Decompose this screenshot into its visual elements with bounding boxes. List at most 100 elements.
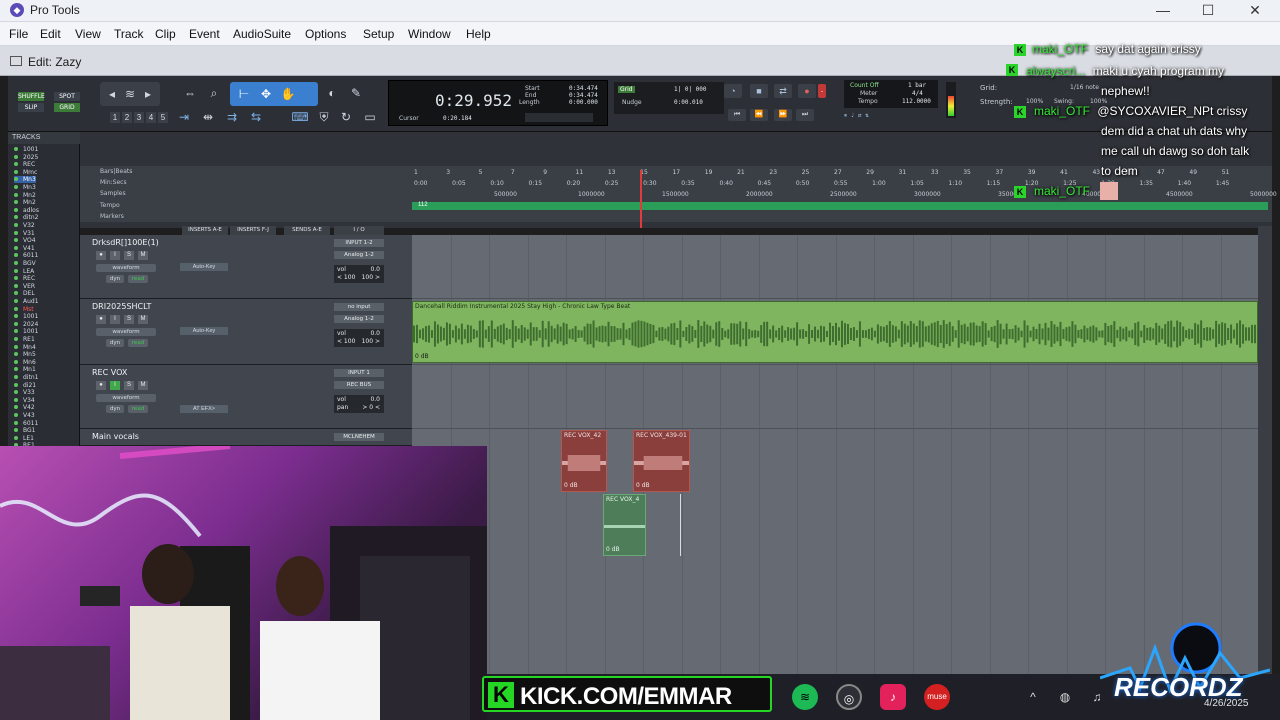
- mute-button[interactable]: M: [138, 315, 148, 324]
- track-lane[interactable]: [412, 365, 1258, 429]
- grid-value[interactable]: 1| 0| 000: [674, 86, 707, 93]
- record-arm-button[interactable]: ●: [96, 381, 106, 390]
- track-list-item[interactable]: V31: [14, 230, 35, 237]
- track-lane[interactable]: [412, 235, 1258, 299]
- tab-to-transient-icon[interactable]: ⇉: [222, 108, 242, 126]
- minimize-button[interactable]: —: [1148, 1, 1178, 19]
- track-active-icon[interactable]: [14, 147, 18, 151]
- tray-app-icon[interactable]: ◍: [1052, 684, 1078, 710]
- chat-username[interactable]: maki_OTF: [1034, 104, 1090, 118]
- vertical-scrollbar[interactable]: [1258, 226, 1272, 674]
- solo-button[interactable]: S: [124, 315, 134, 324]
- track-strip[interactable]: Main vocals MCLNEHEM: [80, 429, 412, 446]
- track-strip[interactable]: REC VOX ● I S M waveform dyn read AT EFX…: [80, 365, 412, 429]
- track-active-icon[interactable]: [14, 283, 18, 288]
- track-name[interactable]: REC VOX: [92, 368, 127, 377]
- track-list-item[interactable]: VER: [14, 283, 35, 290]
- start-value[interactable]: 0:34.474: [569, 85, 598, 92]
- track-list-item[interactable]: Mmc: [14, 169, 37, 176]
- menu-options[interactable]: Options: [305, 27, 346, 41]
- track-list-item[interactable]: 1001: [14, 328, 38, 335]
- track-active-icon[interactable]: [14, 413, 18, 417]
- track-name[interactable]: Main vocals: [92, 432, 139, 441]
- track-list-item[interactable]: Mn2: [14, 192, 36, 199]
- pencil-tool-icon[interactable]: ✎: [346, 84, 366, 102]
- volume-pan-box[interactable]: vol 0.0 < 100 100 >: [334, 265, 384, 283]
- close-button[interactable]: ✕: [1240, 1, 1270, 19]
- scrubber-tool-icon[interactable]: ◐: [322, 84, 342, 102]
- track-active-icon[interactable]: [14, 337, 18, 341]
- automation-mode[interactable]: read: [128, 339, 148, 347]
- track-active-icon[interactable]: [14, 344, 18, 349]
- track-active-icon[interactable]: [14, 268, 18, 273]
- track-list-item[interactable]: Mn3: [14, 176, 36, 184]
- input-monitor-button[interactable]: I: [110, 251, 120, 260]
- vol-value[interactable]: 0.0: [370, 266, 380, 274]
- track-active-icon[interactable]: [14, 428, 18, 433]
- track-active-icon[interactable]: [14, 291, 18, 296]
- edit-timeline[interactable]: Dancehall Riddim Instrumental 2025 Stay …: [412, 235, 1258, 675]
- track-list-item[interactable]: Mn2: [14, 199, 36, 206]
- tempo-marker[interactable]: 112: [418, 202, 428, 208]
- zoom-in-icon[interactable]: ▸: [138, 85, 158, 103]
- clip-gain[interactable]: 0 dB: [606, 546, 620, 553]
- output-selector[interactable]: REC BUS: [334, 381, 384, 389]
- track-active-icon[interactable]: [14, 314, 18, 319]
- play-button[interactable]: ⇄: [774, 84, 792, 98]
- slip-mode-button[interactable]: SLIP: [18, 103, 44, 112]
- shield-icon[interactable]: ⛨: [314, 108, 334, 126]
- menu-file[interactable]: File: [9, 27, 28, 41]
- track-active-icon[interactable]: [14, 192, 18, 197]
- muse-icon[interactable]: muse: [924, 684, 950, 710]
- menu-help[interactable]: Help: [466, 27, 491, 41]
- track-list-item[interactable]: Mn5: [14, 351, 36, 358]
- track-active-icon[interactable]: [14, 238, 18, 243]
- mirror-midi-icon[interactable]: ⇆: [246, 108, 266, 126]
- track-list-item[interactable]: 6011: [14, 420, 38, 427]
- length-value[interactable]: 0:00.000: [569, 99, 598, 106]
- track-list-item[interactable]: 2024: [14, 321, 38, 328]
- automation-mode[interactable]: read: [128, 405, 148, 413]
- solo-button[interactable]: S: [124, 381, 134, 390]
- track-list-item[interactable]: 1001: [14, 146, 38, 153]
- solo-button[interactable]: S: [124, 251, 134, 260]
- output-selector[interactable]: Analog 1-2: [334, 315, 384, 323]
- menu-audiosuite[interactable]: AudioSuite: [233, 27, 291, 41]
- volume-pan-box[interactable]: vol 0.0 pan > 0 <: [334, 395, 384, 413]
- track-list-item[interactable]: RE1: [14, 336, 35, 343]
- input-monitor-button[interactable]: I: [110, 381, 120, 390]
- grabber-tool-icon[interactable]: ✋: [278, 85, 298, 103]
- dyn-button[interactable]: dyn: [106, 405, 124, 413]
- go-to-end-button[interactable]: ⏭: [796, 109, 814, 121]
- track-view-selector[interactable]: waveform: [96, 328, 156, 336]
- track-active-icon[interactable]: [14, 230, 18, 235]
- track-view-selector[interactable]: waveform: [96, 264, 156, 272]
- track-list-item[interactable]: Aud1: [14, 298, 39, 305]
- track-list-item[interactable]: V33: [14, 389, 35, 396]
- track-list-item[interactable]: 1001: [14, 313, 38, 320]
- clip-gain[interactable]: 0 dB: [636, 482, 650, 489]
- grid-label[interactable]: Grid: [618, 86, 635, 93]
- track-name[interactable]: DRI2025SHCLT: [92, 302, 151, 311]
- track-list-item[interactable]: BG1: [14, 427, 35, 434]
- chat-username[interactable]: alwayscri...: [1026, 64, 1085, 78]
- track-list-item[interactable]: 6011: [14, 252, 38, 259]
- track-list-item[interactable]: REC: [14, 161, 35, 168]
- audio-clip-vox3[interactable]: REC VOX_4 0 dB: [603, 494, 646, 556]
- track-list-item[interactable]: adlos: [14, 207, 39, 214]
- input-selector[interactable]: MCLNEHEM: [334, 433, 384, 441]
- track-active-icon[interactable]: [14, 375, 18, 379]
- zoom-audio-icon[interactable]: ≋: [120, 85, 140, 103]
- chat-username[interactable]: maki_OTF: [1032, 42, 1088, 56]
- track-list-item[interactable]: Mn3: [14, 184, 36, 191]
- ruler-bars-beats[interactable]: Bars|Beats: [100, 168, 132, 175]
- track-list-item[interactable]: V41: [14, 245, 35, 252]
- ruler-min-secs[interactable]: Min:Secs: [100, 179, 127, 186]
- track-view-selector[interactable]: waveform: [96, 394, 156, 402]
- selector-tool-icon[interactable]: ✥: [256, 85, 276, 103]
- track-active-icon[interactable]: [14, 207, 18, 212]
- track-active-icon[interactable]: [14, 185, 18, 189]
- track-active-icon[interactable]: [14, 359, 18, 364]
- track-list-item[interactable]: V32: [14, 222, 35, 229]
- track-list-item[interactable]: BGV: [14, 260, 36, 267]
